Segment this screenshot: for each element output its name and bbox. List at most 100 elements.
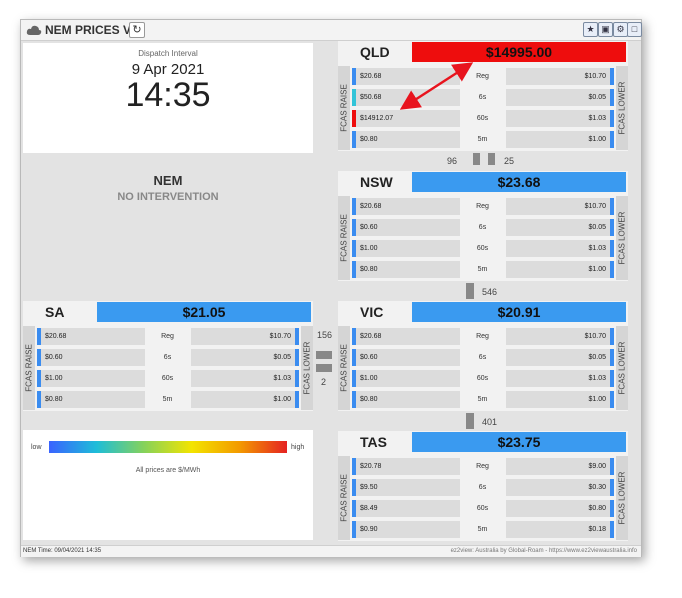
fcas-lower-price: $10.70 [506, 198, 614, 215]
region-name: VIC [360, 304, 384, 320]
star-icon[interactable]: ★ [583, 22, 598, 37]
camera-icon[interactable]: ▣ [598, 22, 613, 37]
title-bar: NEM PRICES V2 ↻ ★ ▣ ⚙ □ [21, 20, 642, 41]
nsw-vic-flow-value: 546 [482, 287, 498, 297]
price-legend: low high All prices are $/MWh [23, 430, 313, 540]
fcas-raise-price: $0.80 [352, 261, 460, 278]
fcas-service-label: 5m [477, 266, 488, 273]
refresh-button[interactable]: ↻ [129, 22, 145, 38]
fcas-service-label: Reg [161, 333, 174, 340]
region-price: $23.75 [412, 432, 626, 452]
fcas-lower-price: $0.30 [506, 479, 614, 496]
credit-text: ez2view: Australia by Global-Roam - http… [450, 548, 637, 554]
app-title: NEM PRICES V2 [45, 23, 138, 37]
nem-time: NEM Time: 09/04/2021 14:35 [23, 548, 102, 554]
fcas-service-label: 5m [477, 396, 488, 403]
fcas-raise-price: $1.00 [37, 370, 145, 387]
vic-sa-flow-arrow [316, 364, 332, 372]
fcas-lower-price: $1.03 [506, 110, 614, 127]
qld-nsw-flow-arrow-down [473, 153, 480, 165]
fcas-raise-price: $0.80 [37, 391, 145, 408]
fcas-service-label: 60s [476, 375, 489, 382]
fcas-raise-price: $20.68 [352, 68, 460, 85]
content-area: Dispatch Interval 9 Apr 2021 14:35 NEM N… [21, 41, 641, 545]
fcas-service-label: 6s [478, 354, 487, 361]
qld-nsw-flow-arrow-up [488, 153, 495, 165]
fcas-lower-price: $10.70 [191, 328, 299, 345]
fcas-service-label: Reg [476, 463, 489, 470]
fcas-raise-price: $20.68 [37, 328, 145, 345]
fcas-lower-label: FCAS LOWER [616, 326, 628, 410]
fcas-raise-label: FCAS RAISE [338, 196, 350, 280]
fcas-raise-label: FCAS RAISE [338, 66, 350, 150]
nem-status: NEM NO INTERVENTION [23, 173, 313, 203]
fcas-raise-price: $20.68 [352, 198, 460, 215]
dispatch-label: Dispatch Interval [138, 49, 198, 58]
intervention-status: NO INTERVENTION [117, 191, 219, 203]
fcas-lower-label: FCAS LOWER [616, 456, 628, 540]
fcas-lower-price: $0.80 [506, 500, 614, 517]
fcas-raise-price: $8.49 [352, 500, 460, 517]
vic-tas-flow-arrow [466, 413, 474, 429]
fcas-lower-price: $1.00 [506, 391, 614, 408]
fcas-raise-price: $20.68 [352, 328, 460, 345]
fcas-raise-price: $0.60 [352, 349, 460, 366]
fcas-service-label: 6s [478, 94, 487, 101]
region-name: NSW [360, 174, 393, 190]
nsw-qld-flow-value: 25 [504, 156, 515, 166]
fcas-lower-price: $1.00 [506, 261, 614, 278]
region-sa[interactable]: SA $21.05 FCAS RAISE FCAS LOWER $20.68 Reg $10… [23, 301, 313, 411]
fcas-raise-price: $20.78 [352, 458, 460, 475]
fcas-raise-price: $1.00 [352, 370, 460, 387]
dispatch-interval-panel: Dispatch Interval 9 Apr 2021 14:35 [23, 43, 313, 153]
price-gradient-bar [49, 441, 287, 453]
fcas-service-label: 5m [477, 136, 488, 143]
comment-icon[interactable]: □ [627, 22, 642, 37]
fcas-service-label: 5m [477, 526, 488, 533]
fcas-service-label: 60s [476, 505, 489, 512]
fcas-service-label: Reg [476, 203, 489, 210]
qld-nsw-flow-value: 96 [447, 156, 458, 166]
fcas-raise-price: $9.50 [352, 479, 460, 496]
fcas-service-label: 60s [476, 115, 489, 122]
sa-vic-flow-arrow [316, 351, 332, 359]
fcas-raise-price: $0.80 [352, 391, 460, 408]
fcas-raise-price: $0.60 [352, 219, 460, 236]
fcas-lower-price: $0.05 [191, 349, 299, 366]
region-vic[interactable]: VIC $20.91 FCAS RAISE FCAS LOWER $20.68 Reg $1… [338, 301, 628, 411]
fcas-service-label: 6s [478, 224, 487, 231]
region-name: SA [45, 304, 65, 320]
legend-low-label: low [31, 444, 42, 451]
fcas-lower-price: $1.00 [191, 391, 299, 408]
settings-icon[interactable]: ⚙ [613, 22, 628, 37]
fcas-service-label: 60s [161, 375, 174, 382]
region-nsw[interactable]: NSW $23.68 FCAS RAISE FCAS LOWER $20.68 Reg $1… [338, 171, 628, 281]
fcas-lower-price: $0.05 [506, 349, 614, 366]
legend-units-note: All prices are $/MWh [135, 467, 201, 474]
fcas-lower-price: $9.00 [506, 458, 614, 475]
fcas-raise-price: $50.68 [352, 89, 460, 106]
fcas-raise-price: $1.00 [352, 240, 460, 257]
nem-title: NEM [153, 173, 183, 188]
fcas-raise-label: FCAS RAISE [338, 326, 350, 410]
fcas-lower-price: $1.00 [506, 131, 614, 148]
region-qld[interactable]: QLD $14995.00 FCAS RAISE FCAS LOWER $20.68 Re… [338, 41, 628, 151]
fcas-lower-label: FCAS LOWER [301, 326, 313, 410]
region-tas[interactable]: TAS $23.75 FCAS RAISE FCAS LOWER $20.78 Reg $9… [338, 431, 628, 541]
fcas-service-label: Reg [476, 333, 489, 340]
nem-prices-window: NEM PRICES V2 ↻ ★ ▣ ⚙ □ Dispatch Interva… [20, 19, 642, 557]
region-price: $20.91 [412, 302, 626, 322]
cloud-icon [26, 25, 42, 35]
fcas-service-label: 60s [476, 245, 489, 252]
fcas-service-label: 6s [478, 484, 487, 491]
fcas-lower-price: $0.05 [506, 219, 614, 236]
fcas-raise-price: $0.90 [352, 521, 460, 538]
dispatch-time: 14:35 [125, 76, 211, 114]
fcas-service-label: Reg [476, 73, 489, 80]
region-price: $21.05 [97, 302, 311, 322]
region-name: QLD [360, 44, 390, 60]
vic-tas-flow-value: 401 [482, 417, 498, 427]
fcas-lower-price: $1.03 [506, 370, 614, 387]
fcas-raise-label: FCAS RAISE [338, 456, 350, 540]
region-price: $14995.00 [412, 42, 626, 62]
